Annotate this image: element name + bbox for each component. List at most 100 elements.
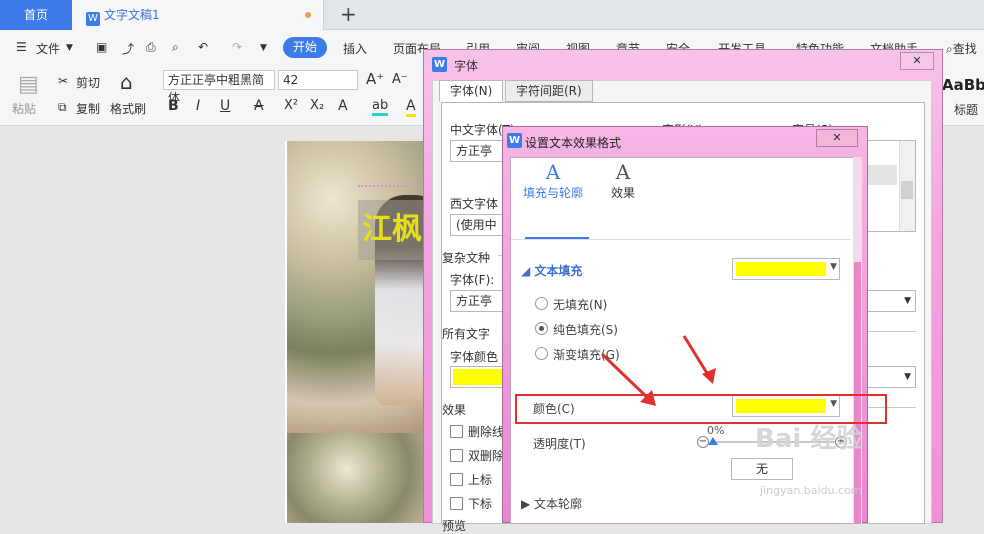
font-size-select[interactable]: 42 bbox=[278, 70, 358, 90]
font-name-select[interactable]: 方正正亭中粗黑简体 bbox=[163, 70, 275, 105]
chevron-down-icon[interactable]: ▼ bbox=[66, 43, 73, 53]
shrink-font-icon[interactable]: A⁻ bbox=[392, 72, 408, 87]
selected-title-text[interactable]: 江枫 bbox=[358, 200, 426, 260]
style-label: 标题 bbox=[954, 103, 979, 117]
divider bbox=[511, 239, 851, 240]
font-color-select[interactable] bbox=[450, 366, 510, 388]
format-painter-button[interactable]: 格式刷 bbox=[110, 100, 146, 117]
text-effect-dialog-title: 设置文本效果格式 bbox=[525, 136, 622, 150]
solid-fill-radio[interactable] bbox=[535, 322, 548, 335]
chinese-font-select[interactable]: 方正亭 bbox=[450, 140, 505, 162]
gradient-fill-radio[interactable] bbox=[535, 347, 548, 360]
chevron-down-icon: ▼ bbox=[904, 296, 911, 306]
copy-icon[interactable]: ⧉ bbox=[58, 100, 67, 115]
bold-icon[interactable]: B bbox=[168, 98, 179, 114]
wps-doc-icon: W bbox=[86, 12, 100, 26]
wps-dialog-icon: W bbox=[432, 57, 447, 72]
paste-icon[interactable]: ▤ bbox=[18, 72, 39, 97]
watermark-logo: Bai 经验 bbox=[755, 424, 863, 454]
copy-button[interactable]: 复制 bbox=[76, 100, 100, 117]
close-icon[interactable]: ✕ bbox=[816, 129, 858, 147]
subscript-checkbox[interactable] bbox=[450, 497, 463, 510]
highlight-icon[interactable]: ab bbox=[372, 98, 389, 116]
tab-document[interactable]: W 文字文稿1 bbox=[72, 0, 324, 30]
menu-insert[interactable]: 插入 bbox=[343, 40, 367, 57]
search-icon: ⌕ bbox=[946, 42, 953, 56]
new-tab-button[interactable]: + bbox=[340, 2, 357, 26]
more-chevron-icon[interactable]: ▼ bbox=[260, 43, 267, 53]
preview-label: 预览 bbox=[442, 519, 467, 533]
tab-effect-label: 效果 bbox=[610, 186, 635, 200]
paste-button[interactable]: 粘贴 bbox=[12, 100, 36, 117]
effect-icon: A bbox=[615, 160, 631, 184]
export-icon[interactable]: ⤴ bbox=[122, 40, 134, 57]
tab-fill-outline[interactable]: A 填充与轮廓 bbox=[523, 160, 583, 201]
superscript-label: 上标 bbox=[468, 473, 493, 487]
background-photo-lower bbox=[287, 433, 437, 523]
tab-effect[interactable]: A 效果 bbox=[593, 160, 653, 201]
text-outline-label: 文本轮廓 bbox=[534, 497, 583, 511]
font-dialog-title: 字体 bbox=[454, 59, 479, 73]
watermark-url: jingyan.baidu.com bbox=[760, 484, 862, 497]
save-icon[interactable]: ▣ bbox=[96, 40, 107, 54]
fill-outline-icon: A bbox=[545, 160, 561, 184]
strikethrough-label: 删除线 bbox=[468, 425, 505, 439]
format-painter-icon[interactable]: ⌂ bbox=[120, 70, 133, 94]
wps-dialog-icon: W bbox=[507, 133, 522, 148]
solid-fill-label: 纯色填充(S) bbox=[553, 323, 618, 337]
text-fill-label: 文本填充 bbox=[534, 264, 583, 278]
complex-font-label: 字体(F): bbox=[450, 273, 495, 287]
hamburger-icon[interactable]: ☰ bbox=[16, 40, 27, 54]
tab-char-spacing[interactable]: 字符间距(R) bbox=[505, 80, 593, 102]
triangle-right-icon: ▶ bbox=[521, 497, 535, 511]
text-outline-section[interactable]: ▶ 文本轮廓 bbox=[521, 495, 582, 512]
subscript-label: 下标 bbox=[468, 497, 493, 511]
annotation-arrow-icon bbox=[600, 352, 656, 406]
complex-font-select[interactable]: 方正亭 bbox=[450, 290, 505, 312]
transparency-slider-thumb[interactable] bbox=[708, 437, 718, 445]
tab-font[interactable]: 字体(N) bbox=[439, 80, 504, 102]
close-icon[interactable]: ✕ bbox=[900, 52, 934, 70]
cut-button[interactable]: 剪切 bbox=[76, 74, 100, 91]
preview-icon[interactable]: ⌕ bbox=[172, 40, 179, 55]
text-effect-dialog: W 设置文本效果格式 ✕ A 填充与轮廓 A 效果 ◢ 文本填充 ▼ 无填充(N… bbox=[502, 126, 868, 524]
subscript-icon[interactable]: X₂ bbox=[310, 98, 324, 113]
superscript-icon[interactable]: X² bbox=[284, 98, 298, 113]
grow-font-icon[interactable]: A⁺ bbox=[366, 70, 384, 88]
annotation-arrow-icon bbox=[682, 335, 716, 384]
find-button[interactable]: ⌕查找 bbox=[946, 40, 977, 57]
text-fill-section[interactable]: ◢ 文本填充 bbox=[521, 262, 582, 279]
strikethrough-checkbox[interactable] bbox=[450, 425, 463, 438]
tab-fill-outline-label: 填充与轮廓 bbox=[523, 186, 584, 200]
superscript-checkbox[interactable] bbox=[450, 473, 463, 486]
western-font-select[interactable]: (使用中 bbox=[450, 214, 505, 236]
scissors-icon[interactable]: ✂ bbox=[58, 74, 68, 88]
western-font-label: 西文字体 bbox=[450, 197, 499, 211]
transparency-value: 0% bbox=[707, 424, 725, 437]
fill-color-select[interactable]: ▼ bbox=[732, 258, 840, 280]
double-strike-checkbox[interactable] bbox=[450, 449, 463, 462]
font-color-label: 字体颜色 bbox=[450, 350, 499, 364]
no-fill-radio[interactable] bbox=[535, 297, 548, 310]
double-strike-label: 双删除 bbox=[468, 449, 505, 463]
complex-script-label: 复杂文种 bbox=[442, 251, 491, 265]
redo-icon[interactable]: ↷ bbox=[232, 40, 242, 54]
font-color-icon[interactable]: A bbox=[406, 98, 416, 117]
strikethrough-icon[interactable]: A bbox=[254, 98, 264, 114]
triangle-down-icon: ◢ bbox=[521, 264, 535, 278]
italic-icon[interactable]: I bbox=[196, 98, 200, 114]
tab-home[interactable]: 首页 bbox=[0, 0, 72, 30]
undo-icon[interactable]: ↶ bbox=[198, 40, 208, 54]
underline-icon[interactable]: U bbox=[220, 98, 230, 114]
menu-file[interactable]: 文件 bbox=[36, 40, 60, 57]
chevron-down-icon: ▼ bbox=[830, 262, 837, 272]
text-effect-icon[interactable]: A bbox=[338, 98, 348, 114]
no-fill-label: 无填充(N) bbox=[553, 298, 608, 312]
unsaved-dot-icon bbox=[305, 12, 311, 18]
style-preview[interactable]: AaBb bbox=[942, 76, 984, 94]
chevron-down-icon: ▼ bbox=[904, 372, 911, 382]
print-icon[interactable]: ⎙ bbox=[146, 40, 156, 55]
menu-start[interactable]: 开始 bbox=[283, 37, 327, 58]
tab-document-label: 文字文稿1 bbox=[104, 8, 160, 22]
outline-none-button[interactable]: 无 bbox=[731, 458, 793, 480]
